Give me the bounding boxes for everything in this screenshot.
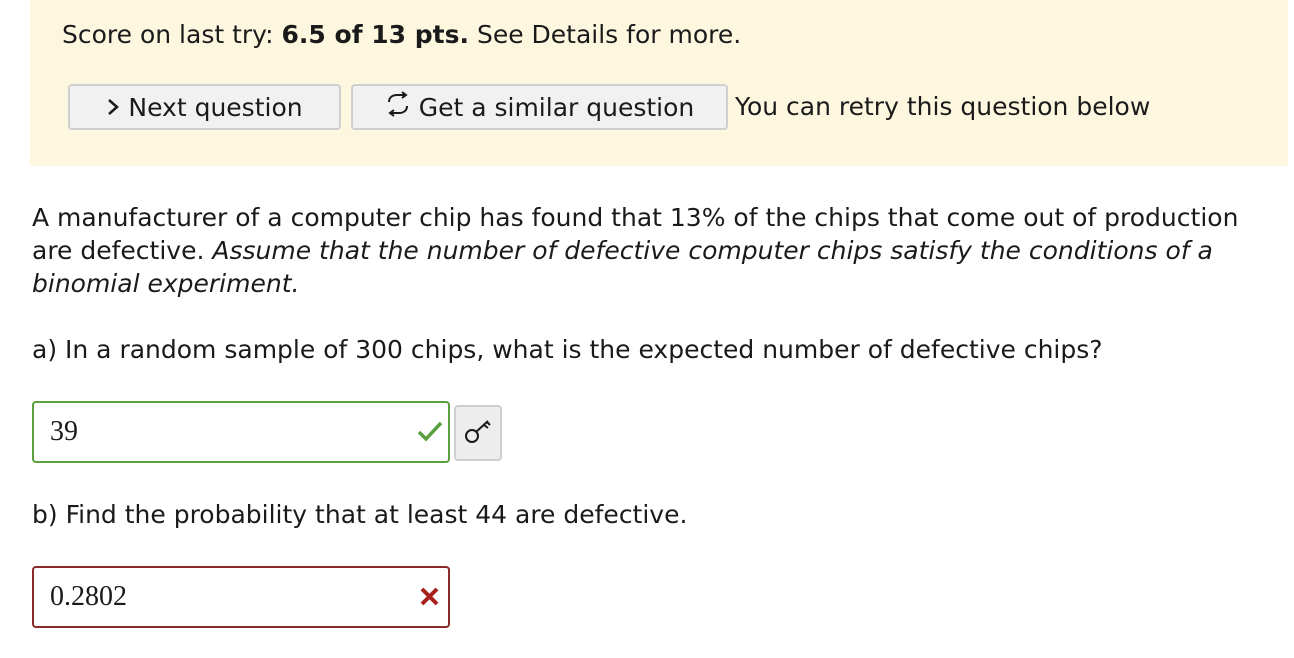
key-icon: [463, 416, 493, 450]
score-suffix: See Details for more.: [469, 20, 742, 49]
retry-arrows-icon: [385, 91, 411, 123]
part-a-answer-input[interactable]: 39: [32, 401, 450, 463]
part-b-answer-input[interactable]: 0.2802: [32, 566, 450, 628]
next-question-label: Next question: [128, 92, 303, 122]
x-mark-icon: [416, 582, 444, 610]
part-b-question: b) Find the probability that at least 44…: [32, 500, 688, 529]
similar-question-button[interactable]: Get a similar question: [351, 84, 728, 130]
checkmark-icon: [416, 417, 444, 445]
next-question-button[interactable]: Next question: [68, 84, 341, 130]
part-a-answer-value: 39: [50, 416, 78, 447]
score-banner: Score on last try: 6.5 of 13 pts. See De…: [30, 0, 1288, 166]
score-value: 6.5 of 13 pts.: [281, 20, 469, 49]
part-b-answer-value: 0.2802: [50, 581, 127, 612]
part-a-question: a) In a random sample of 300 chips, what…: [32, 335, 1103, 364]
retry-note: You can retry this question below: [735, 92, 1151, 121]
score-summary: Score on last try: 6.5 of 13 pts. See De…: [62, 18, 741, 52]
show-answer-key-button[interactable]: [454, 405, 502, 461]
score-prefix: Score on last try:: [62, 20, 282, 49]
similar-question-label: Get a similar question: [418, 92, 695, 122]
problem-statement: A manufacturer of a computer chip has fo…: [32, 201, 1282, 300]
chevron-right-icon: [106, 93, 120, 122]
